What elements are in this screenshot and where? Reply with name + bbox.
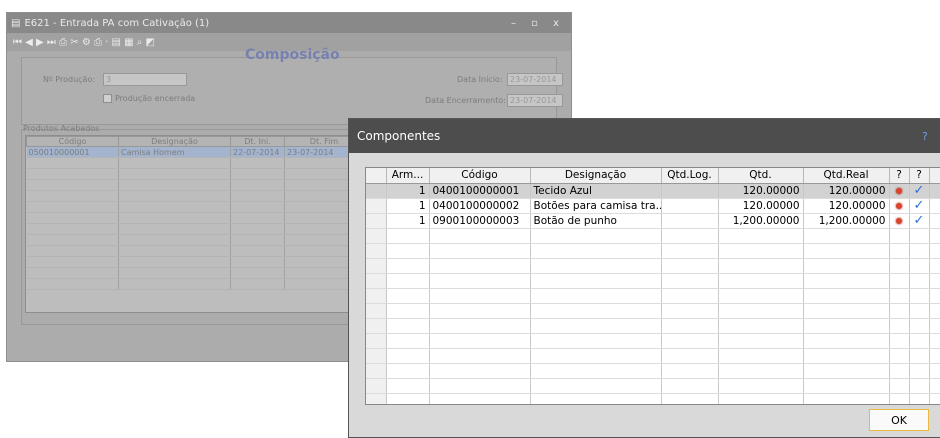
cell-designation[interactable]: Camisa Homem [119, 147, 231, 158]
cell-arm[interactable]: 1 [386, 183, 429, 198]
col-designacao[interactable]: Designação [530, 168, 661, 183]
col-status-1[interactable]: ? [889, 168, 909, 183]
background-window-titlebar: ▤ E621 - Entrada PA com Cativação (1) – … [7, 13, 571, 33]
cell-qtd[interactable]: 120.00000 [718, 198, 803, 213]
products-label: Produtos Acabados [23, 124, 99, 133]
status-dot-icon[interactable] [889, 213, 909, 228]
toolbar-icons[interactable]: ⏮ ◀ ▶ ⏭ ⎙ ✂ ⚙ ⎙ · ▤ ▦ ⌕ ◩ [13, 37, 155, 48]
cell-qtd[interactable]: 1,200.00000 [718, 213, 803, 228]
col-designacao[interactable]: Designação [119, 137, 231, 147]
table-row[interactable]: 1 0900100000003 Botão de punho 1,200.000… [366, 213, 940, 228]
header-group [21, 57, 557, 125]
products-grid: Código Designação Dt. Ini. Dt. Fim 05001… [25, 135, 365, 313]
row-indicator-header [366, 168, 386, 183]
table-row[interactable]: 1 0400100000001 Tecido Azul 120.00000 12… [366, 183, 940, 198]
table-row[interactable]: 050010000001 Camisa Homem 22-07-2014 23-… [27, 147, 364, 158]
col-arm[interactable]: Arm... [386, 168, 429, 183]
end-date-field[interactable]: 23-07-2014 [507, 94, 563, 107]
cell-qtd-real[interactable]: 120.00000 [803, 183, 889, 198]
checkmark-icon[interactable]: ✓ [909, 183, 929, 198]
start-date-field[interactable]: 23-07-2014 [507, 73, 563, 86]
production-field[interactable]: 3 [103, 73, 187, 86]
col-codigo[interactable]: Código [429, 168, 530, 183]
cell-arm[interactable]: 1 [386, 213, 429, 228]
checkmark-icon[interactable]: ✓ [909, 213, 929, 228]
cell-arm[interactable]: 1 [386, 198, 429, 213]
help-icon[interactable]: ? [922, 130, 928, 143]
col-dt-ini[interactable]: Dt. Ini. [231, 137, 285, 147]
start-date-label: Data Início: [457, 75, 503, 84]
ok-button[interactable]: OK [869, 409, 929, 431]
status-dot-icon[interactable] [889, 183, 909, 198]
col-status-2[interactable]: ? [909, 168, 929, 183]
background-window-title: E621 - Entrada PA com Cativação (1) [24, 18, 510, 29]
col-qtd-real[interactable]: Qtd.Real [803, 168, 889, 183]
cell-qtd-log[interactable] [661, 213, 718, 228]
cell-designation[interactable]: Tecido Azul [530, 183, 661, 198]
end-date-label: Data Encerramento: [425, 96, 506, 105]
components-grid: Arm... Código Designação Qtd.Log. Qtd. Q… [365, 167, 940, 405]
cell-code[interactable]: 0400100000001 [429, 183, 530, 198]
production-label: Nº Produção: [43, 75, 95, 84]
dialog-titlebar: Componentes ? x [349, 119, 940, 153]
production-closed-label: Produção encerrada [115, 94, 195, 103]
cell-code[interactable]: 0400100000002 [429, 198, 530, 213]
col-qtd[interactable]: Qtd. [718, 168, 803, 183]
checkmark-icon[interactable]: ✓ [909, 198, 929, 213]
cell-qtd-real[interactable]: 120.00000 [803, 198, 889, 213]
components-dialog: Componentes ? x Arm... Código Designação… [348, 118, 940, 438]
table-row[interactable]: 1 0400100000002 Botões para camisa tra..… [366, 198, 940, 213]
production-closed-checkbox[interactable]: Produção encerrada [103, 94, 195, 103]
cell-code[interactable]: 0900100000003 [429, 213, 530, 228]
col-codigo[interactable]: Código [27, 137, 119, 147]
cell-dt-ini[interactable]: 22-07-2014 [231, 147, 285, 158]
window-controls[interactable]: – ▫ x [511, 18, 565, 29]
cell-qtd-real[interactable]: 1,200.00000 [803, 213, 889, 228]
cell-qtd-log[interactable] [661, 198, 718, 213]
cell-designation[interactable]: Botões para camisa tra... [530, 198, 661, 213]
cell-qtd-log[interactable] [661, 183, 718, 198]
window-app-icon: ▤ [11, 18, 20, 29]
status-dot-icon[interactable] [889, 198, 909, 213]
col-qtd-log[interactable]: Qtd.Log. [661, 168, 718, 183]
composition-heading: Composição [245, 47, 340, 63]
cell-code[interactable]: 050010000001 [27, 147, 119, 158]
dialog-title: Componentes [357, 129, 922, 143]
checkbox-box[interactable] [103, 94, 112, 103]
cell-qtd[interactable]: 120.00000 [718, 183, 803, 198]
cell-designation[interactable]: Botão de punho [530, 213, 661, 228]
